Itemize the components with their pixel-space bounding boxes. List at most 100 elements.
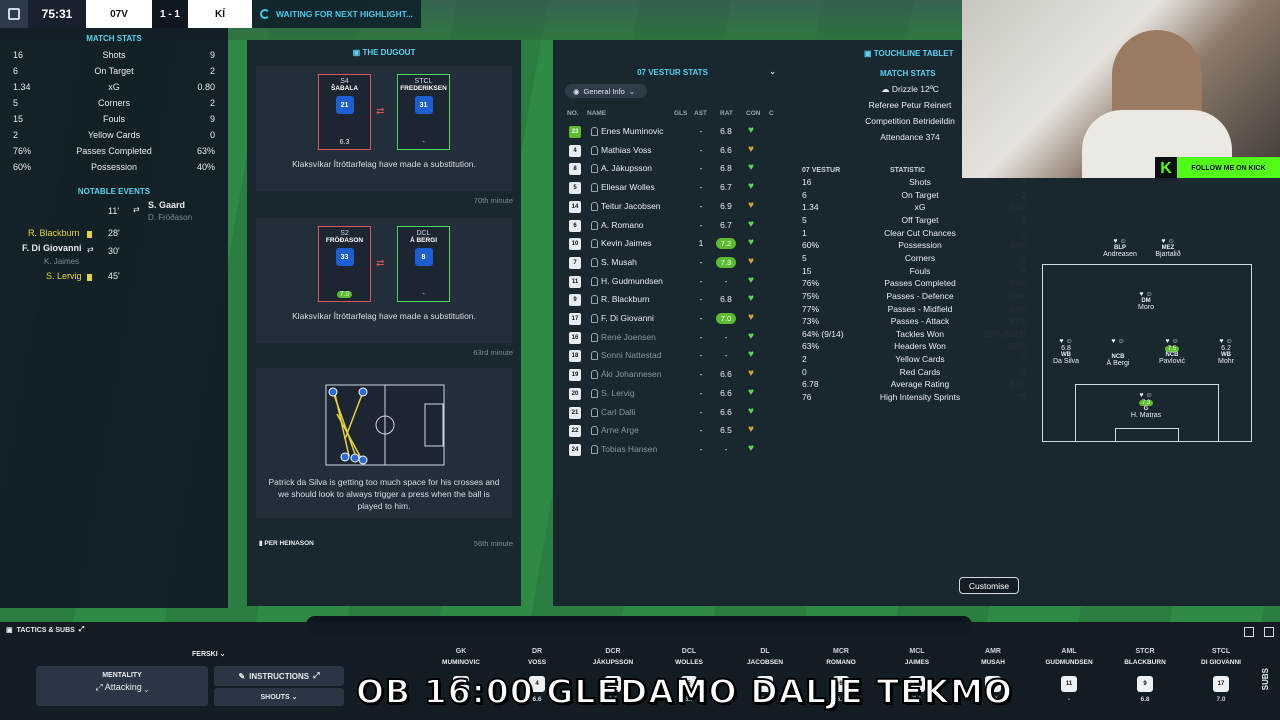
- person-icon: [591, 351, 598, 361]
- player-off-box: S4 ŠABALA 21 6.3: [318, 74, 371, 150]
- condition-heart-icon: ♥: [748, 125, 754, 136]
- loading-icon: [260, 9, 270, 19]
- customise-button[interactable]: Customise: [959, 577, 1019, 594]
- match-stat-label: On Target: [94, 66, 134, 76]
- tactic-selector[interactable]: FERSKI ⌄: [192, 650, 226, 658]
- player-row[interactable]: 5 Eliesar Wolles - 6.7 ♥: [553, 179, 792, 197]
- dugout-icon: ▣: [352, 48, 363, 57]
- menu-icon[interactable]: [0, 0, 28, 28]
- slot-player-name: WOLLES: [675, 659, 703, 666]
- column-header-rating[interactable]: RAT: [720, 110, 733, 117]
- lineup-slot[interactable]: STCL DI GIOVANNI 17 7.0: [1185, 648, 1257, 703]
- player-row[interactable]: 16 René Joensen - - ♥: [553, 329, 792, 347]
- event-player-out: K. Jaimes: [44, 257, 80, 266]
- event-minute: 30': [108, 246, 120, 256]
- player-row[interactable]: 7 S. Musah - 7.3 ♥: [553, 254, 792, 272]
- player-name: Mohr: [1218, 358, 1234, 365]
- formation-player[interactable]: ♥ ☺ NCB Á Bergi: [1088, 338, 1148, 367]
- stat-home: 1: [802, 227, 807, 238]
- player-on-position: DCL: [416, 230, 431, 237]
- player-row[interactable]: 4 Mathias Voss - 6.6 ♥: [553, 142, 792, 160]
- column-header-name[interactable]: NAME: [587, 110, 606, 117]
- player-row[interactable]: 10 Kevin Jaimes 1 7.2 ♥: [553, 235, 792, 253]
- match-stat-label: Yellow Cards: [87, 130, 141, 140]
- player-row[interactable]: 8 A. Jákupsson - 6.8 ♥: [553, 160, 792, 178]
- player-row[interactable]: 11 H. Gudmundsen - - ♥: [553, 273, 792, 291]
- formation-player[interactable]: ♥ ☺ 6.8 WB Da Silva: [1036, 338, 1096, 365]
- slot-position: DL: [760, 648, 770, 655]
- slot-player-name: GUDMUNDSEN: [1045, 659, 1093, 666]
- stat-home: 5: [802, 252, 807, 263]
- player-off-box: S2 FRÓÐASON 33 7.0: [318, 226, 371, 302]
- stat-home: 63%: [802, 341, 820, 352]
- person-icon: [591, 257, 598, 267]
- player-rating: -: [724, 350, 728, 361]
- subs-tab[interactable]: SUBS: [1261, 668, 1270, 690]
- tablet-subtitle: MATCH STATS: [880, 69, 936, 78]
- instructions-button[interactable]: ✎ INSTRUCTIONS ⤢: [214, 666, 344, 686]
- tactics-subs-button[interactable]: ▣ TACTICS & SUBS ⤢: [6, 626, 84, 634]
- mentality-selector[interactable]: MENTALITY ⤢ Attacking ⌄: [36, 666, 208, 706]
- shirt-icon: 9: [1137, 676, 1153, 692]
- condition-heart-icon: ♥: [748, 424, 754, 436]
- column-header-captain[interactable]: C: [769, 110, 774, 117]
- player-name: Á Bergi: [1106, 360, 1130, 367]
- player-row[interactable]: 22 Arne Arge - 6.5 ♥: [553, 422, 792, 440]
- column-header-goals[interactable]: GLS: [674, 110, 687, 117]
- competition: Competition Betrideildin: [865, 116, 955, 126]
- player-row[interactable]: 23 Enes Muminovic - 6.8 ♥: [553, 123, 792, 141]
- match-stat-label: xG: [108, 82, 120, 92]
- player-name: Da Silva: [1052, 358, 1080, 365]
- player-rating: 6.9: [720, 200, 732, 211]
- window-icon[interactable]: [1264, 627, 1274, 637]
- match-stat-row: 2 Yellow Cards 0: [0, 127, 228, 143]
- stat-label: Average Rating: [890, 379, 950, 390]
- lineup-slot[interactable]: AML GUDMUNDSEN 11 -: [1033, 648, 1105, 703]
- person-icon: [591, 407, 598, 417]
- formation-player[interactable]: ♥ ☺ 7.5 NCB Pavlović: [1142, 338, 1202, 365]
- stat-label: Off Target: [901, 214, 939, 225]
- player-row[interactable]: 6 A. Romano - 6.7 ♥: [553, 217, 792, 235]
- event-substitution: 11' ⇄ S. Gaard D. Fróðason: [0, 200, 228, 228]
- formation-player[interactable]: ♥ ☺ MEZ Bjartalið: [1138, 238, 1198, 258]
- match-stat-row: 5 Corners 2: [0, 95, 228, 111]
- shirt-number-icon: 16: [569, 331, 581, 344]
- player-row[interactable]: 18 Sonni Nattestad - - ♥: [553, 347, 792, 365]
- column-header-condition[interactable]: CON: [746, 110, 760, 117]
- player-row[interactable]: 9 R. Blackburn - 6.8 ♥: [553, 291, 792, 309]
- shirt-number-icon: 4: [569, 144, 581, 157]
- player-row[interactable]: 21 Carl Dalli - 6.6 ♥: [553, 404, 792, 422]
- match-stat-away: 63%: [196, 146, 215, 156]
- shirt-number-icon: 22: [569, 425, 581, 438]
- team-stats-title[interactable]: 07 VESTUR STATS ⌄: [553, 40, 792, 77]
- tablet-title: ▣ TOUCHLINE TABLET: [864, 49, 953, 58]
- column-header-no[interactable]: NO.: [567, 110, 579, 117]
- player-row[interactable]: 14 Teitur Jacobsen - 6.9 ♥: [553, 198, 792, 216]
- formation-player[interactable]: ♥ ☺ DM Moro: [1116, 291, 1176, 311]
- player-row[interactable]: 19 Áki Johannesen - 6.6 ♥: [553, 366, 792, 384]
- player-row[interactable]: 20 S. Lervig - 6.6 ♥: [553, 385, 792, 403]
- formation-player[interactable]: ♥ ☺ 7.3 G H. Matras: [1116, 392, 1176, 419]
- condition-heart-icon: ♥: [748, 143, 754, 155]
- match-stat-home: 2: [13, 130, 19, 140]
- player-row[interactable]: 24 Tobias Hansen - - ♥: [553, 441, 792, 459]
- formation-player[interactable]: ♥ ☺ 6.2 WB Mohr: [1196, 338, 1256, 365]
- lineup-slot[interactable]: STCR BLACKBURN 9 6.8: [1109, 648, 1181, 703]
- player-rating: 6.6: [720, 406, 732, 417]
- stats-team-column: 07 VESTUR: [802, 167, 841, 174]
- column-header-assists[interactable]: AST: [694, 110, 707, 117]
- match-stat-label: Shots: [102, 50, 126, 60]
- shirt-number-icon: 14: [569, 200, 581, 213]
- person-icon: [591, 164, 598, 174]
- match-stats-panel: MATCH STATS 16 Shots 9 6 On Target 2 1.34 xG 0.8…: [0, 28, 228, 608]
- condition-heart-icon: ♥: [748, 181, 754, 193]
- player-on-box: DCL Á BERGI 8 -: [397, 226, 450, 302]
- chevron-down-icon[interactable]: ⌄: [769, 67, 776, 76]
- view-dropdown[interactable]: ◉ General Info ⌄: [565, 84, 647, 98]
- grid-view-icon[interactable]: [1244, 627, 1254, 637]
- expand-icon: ⤢: [78, 626, 85, 633]
- player-row[interactable]: 17 F. Di Giovanni - 7.0 ♥: [553, 310, 792, 328]
- mentality-value: ⤢ Attacking ⌄: [36, 679, 208, 693]
- stat-home: 77%: [802, 303, 820, 314]
- shouts-button[interactable]: SHOUTS ⌄: [214, 688, 344, 706]
